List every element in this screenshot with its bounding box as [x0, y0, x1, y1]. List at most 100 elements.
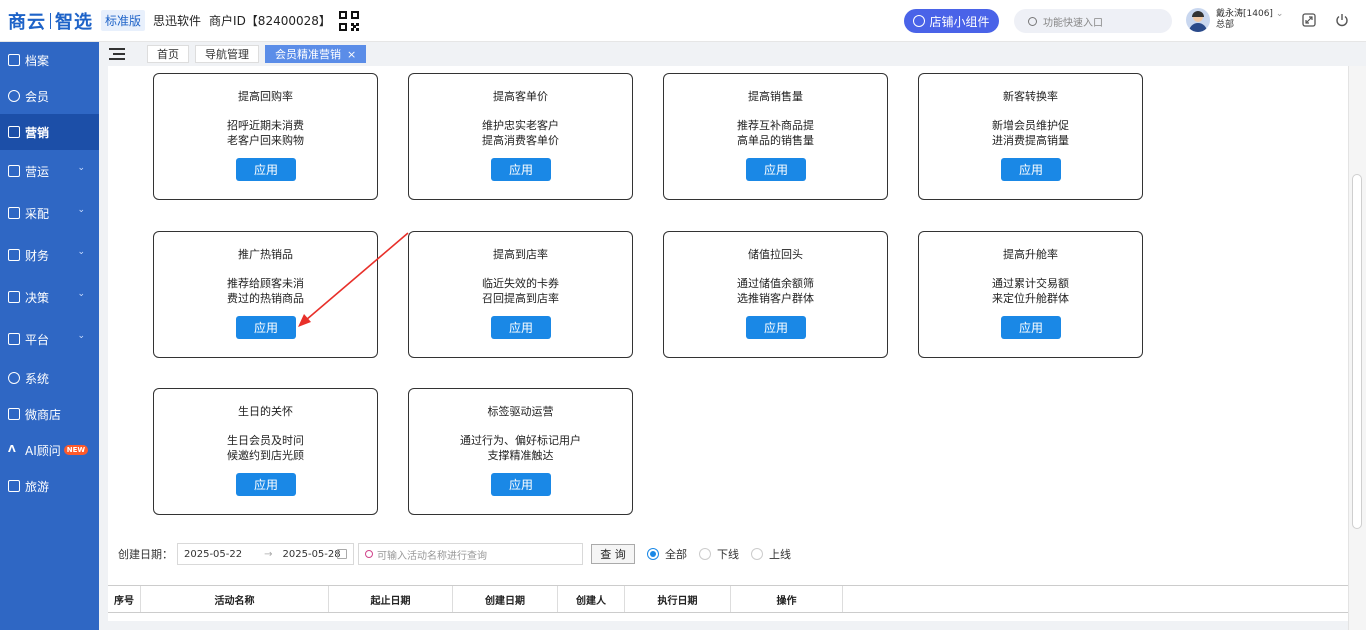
card-desc: 提高消费客单价: [482, 134, 559, 147]
search-icon: [365, 550, 373, 558]
card-desc: 生日会员及时问: [227, 434, 304, 447]
sidebar-item-microstore[interactable]: 微商店: [0, 396, 99, 432]
close-icon[interactable]: ×: [347, 48, 356, 61]
strategy-card: 生日的关怀 生日会员及时问 候邀约到店光顾 应用: [153, 388, 378, 515]
tab-nav-management[interactable]: 导航管理: [195, 45, 259, 63]
new-badge: NEW: [63, 445, 89, 455]
strategy-card: 标签驱动运营 通过行为、偏好标记用户 支撑精准触达 应用: [408, 388, 633, 515]
sidebar-item-platform[interactable]: 平台 ⌄: [0, 318, 99, 360]
column-header[interactable]: 序号: [108, 586, 141, 612]
card-desc: 支撑精准触达: [487, 449, 554, 462]
column-header[interactable]: 起止日期: [329, 586, 453, 612]
card-desc: 老客户回来购物: [227, 134, 304, 147]
apply-button[interactable]: 应用: [491, 316, 551, 339]
strategy-card: 提高销售量 推荐互补商品提 高单品的销售量 应用: [663, 73, 888, 200]
card-desc: 来定位升舱群体: [992, 292, 1069, 305]
created-date-label: 创建日期：: [118, 548, 173, 561]
card-desc: 费过的热销商品: [227, 292, 304, 305]
card-desc: 新增会员维护促: [992, 119, 1069, 132]
quick-search-input[interactable]: 功能快速入口: [1014, 9, 1172, 33]
apply-button[interactable]: 应用: [1001, 158, 1061, 181]
edition-badge: 标准版: [101, 10, 146, 31]
card-desc: 进消费提高销量: [992, 134, 1069, 147]
radio-dot: [751, 548, 763, 560]
sidebar-item-label: 旅游: [25, 479, 50, 494]
system-icon: [8, 372, 20, 384]
card-title: 提高客单价: [493, 90, 548, 103]
tab-home[interactable]: 首页: [147, 45, 189, 63]
sidebar-item-decision[interactable]: 决策 ⌄: [0, 276, 99, 318]
power-icon[interactable]: [1335, 13, 1349, 27]
vertical-scrollbar[interactable]: [1348, 66, 1366, 630]
card-desc: 候邀约到店光顾: [227, 449, 304, 462]
qr-code-icon[interactable]: [338, 10, 359, 31]
date-range-picker[interactable]: 2025-05-22 → 2025-05-28: [177, 543, 354, 565]
radio-all[interactable]: 全部: [647, 546, 687, 562]
card-desc: 召回提高到店率: [482, 292, 559, 305]
sidebar-item-member[interactable]: 会员: [0, 78, 99, 114]
radio-dot: [647, 548, 659, 560]
tab-label: 导航管理: [205, 48, 249, 61]
shop-widget-button[interactable]: 店铺小组件: [904, 9, 999, 33]
apply-button[interactable]: 应用: [491, 158, 551, 181]
logo-part2: 智选: [55, 11, 93, 33]
activity-search-placeholder: 可输入活动名称进行查询: [377, 550, 487, 562]
strategy-card: 提高回购率 招呼近期未消费 老客户回来购物 应用: [153, 73, 378, 200]
member-icon: [8, 90, 20, 102]
search-icon: [1028, 16, 1037, 26]
sidebar-item-operation[interactable]: 营运 ⌄: [0, 150, 99, 192]
apply-button[interactable]: 应用: [746, 158, 806, 181]
radio-online[interactable]: 上线: [751, 546, 791, 562]
radio-label: 上线: [769, 548, 791, 561]
sidebar-item-purchase[interactable]: 采配 ⌄: [0, 192, 99, 234]
scroll-thumb[interactable]: [1352, 174, 1362, 529]
card-desc: 推荐互补商品提: [737, 119, 814, 132]
apply-button[interactable]: 应用: [491, 473, 551, 496]
card-desc: 推荐给顾客未消: [227, 277, 304, 290]
query-button[interactable]: 查 询: [591, 544, 635, 564]
sidebar-item-label: 营运: [25, 164, 50, 179]
column-header[interactable]: 操作: [731, 586, 843, 612]
card-desc: 通过行为、偏好标记用户: [460, 434, 581, 447]
chevron-down-icon: ⌄: [77, 205, 85, 215]
tab-bar: 首页 导航管理 会员精准营销 ×: [99, 42, 1366, 66]
sidebar-item-label: 会员: [25, 89, 50, 104]
user-dept: 总部: [1216, 20, 1235, 30]
operation-icon: [8, 165, 20, 177]
travel-icon: [8, 480, 20, 492]
sidebar-item-travel[interactable]: 旅游: [0, 468, 99, 504]
merchant-id: 商户ID【82400028】: [209, 14, 331, 28]
apply-button[interactable]: 应用: [236, 316, 296, 339]
sidebar: 档案 会员 营销 营运 ⌄ 采配 ⌄ 财务 ⌄ 决策 ⌄ 平台 ⌄ 系统 微商店 Λ AI顾…: [0, 42, 99, 630]
column-header[interactable]: 活动名称: [141, 586, 329, 612]
table-header: 序号 活动名称 起止日期 创建日期 创建人 执行日期 操作: [108, 585, 1348, 613]
apply-button[interactable]: 应用: [236, 158, 296, 181]
card-desc: 临近失效的卡券: [482, 277, 559, 290]
menu-toggle-icon[interactable]: [109, 47, 127, 61]
sidebar-item-marketing[interactable]: 营销: [0, 114, 99, 150]
strategy-card: 提高到店率 临近失效的卡券 召回提高到店率 应用: [408, 231, 633, 358]
finance-icon: [8, 249, 20, 261]
apply-button[interactable]: 应用: [746, 316, 806, 339]
activity-search-input[interactable]: 可输入活动名称进行查询: [358, 543, 583, 565]
fullscreen-icon[interactable]: [1302, 13, 1316, 27]
apply-button[interactable]: 应用: [236, 473, 296, 496]
sidebar-item-archive[interactable]: 档案: [0, 42, 99, 78]
radio-offline[interactable]: 下线: [699, 546, 739, 562]
sidebar-item-system[interactable]: 系统: [0, 360, 99, 396]
sidebar-item-label: 决策: [25, 290, 50, 305]
app-logo[interactable]: 商云 智选: [8, 8, 93, 34]
card-desc: 选推销客户群体: [737, 292, 814, 305]
tab-member-marketing[interactable]: 会员精准营销 ×: [265, 45, 367, 63]
user-menu[interactable]: 戴永涛[1406] ⌄ 总部: [1186, 8, 1283, 32]
shop-widget-label: 店铺小组件: [929, 14, 990, 29]
card-desc: 通过累计交易额: [992, 277, 1069, 290]
sidebar-item-ai[interactable]: Λ AI顾问 NEW: [0, 432, 99, 468]
chevron-down-icon: ⌄: [77, 289, 85, 299]
column-header[interactable]: 创建日期: [453, 586, 558, 612]
filter-row: 创建日期： 2025-05-22 → 2025-05-28 可输入活动名称进行查…: [108, 540, 1348, 568]
sidebar-item-finance[interactable]: 财务 ⌄: [0, 234, 99, 276]
column-header[interactable]: 创建人: [558, 586, 625, 612]
column-header[interactable]: 执行日期: [625, 586, 731, 612]
apply-button[interactable]: 应用: [1001, 316, 1061, 339]
